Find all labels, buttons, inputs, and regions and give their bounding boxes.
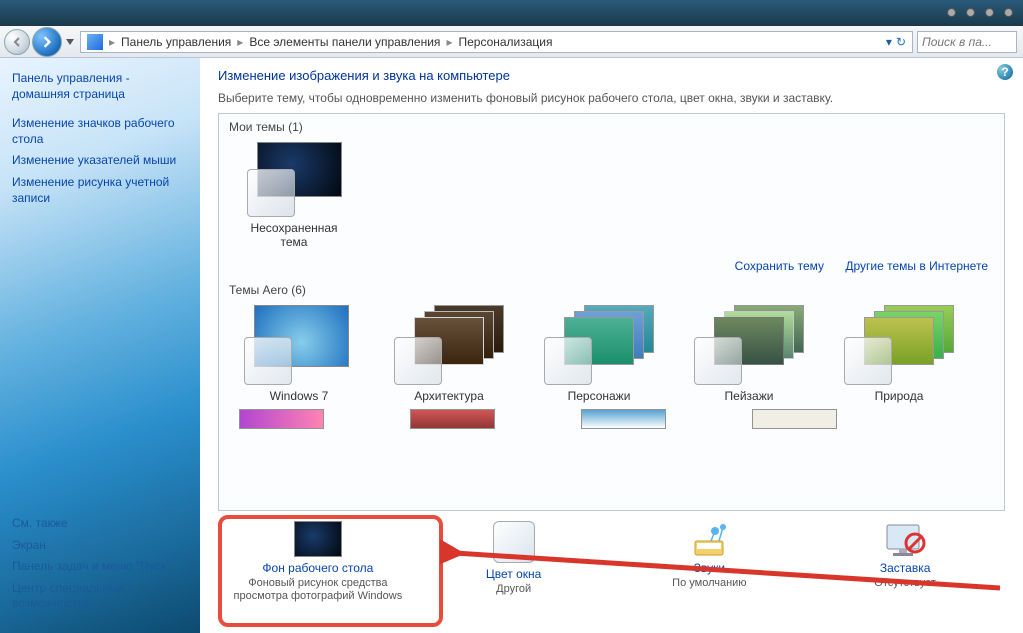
search-input[interactable] bbox=[922, 35, 1012, 49]
back-button[interactable] bbox=[4, 29, 30, 55]
chevron-right-icon[interactable]: ▸ bbox=[235, 35, 245, 49]
theme-name: Windows 7 bbox=[239, 389, 359, 403]
link-title: Фон рабочего стола bbox=[228, 561, 408, 575]
sounds-link[interactable]: Звуки По умолчанию bbox=[619, 521, 799, 590]
history-dropdown[interactable] bbox=[64, 29, 76, 55]
breadcrumb-bar[interactable]: ▸ Панель управления ▸ Все элементы панел… bbox=[80, 31, 913, 53]
sidebar-link-home[interactable]: Панель управления - домашняя страница bbox=[0, 68, 200, 105]
glass-overlay-icon bbox=[694, 337, 742, 385]
chevron-right-icon[interactable]: ▸ bbox=[444, 35, 454, 49]
link-title: Заставка bbox=[815, 561, 995, 575]
help-icon[interactable]: ? bbox=[997, 64, 1013, 80]
page-subtitle: Выберите тему, чтобы одновременно измени… bbox=[218, 91, 1005, 105]
dot-icon bbox=[1004, 8, 1013, 17]
wallpaper-thumb[interactable] bbox=[239, 409, 324, 429]
online-themes-link[interactable]: Другие темы в Интернете bbox=[845, 259, 988, 273]
theme-item-windows7[interactable]: Windows 7 bbox=[239, 305, 359, 403]
wallpaper-thumb[interactable] bbox=[752, 409, 837, 429]
glass-overlay-icon bbox=[244, 337, 292, 385]
theme-item-architecture[interactable]: Архитектура bbox=[389, 305, 509, 403]
navigation-toolbar: ▸ Панель управления ▸ Все элементы панел… bbox=[0, 26, 1023, 58]
sidebar-link-account-pic[interactable]: Изменение рисунка учетной записи bbox=[0, 172, 200, 209]
theme-name: Архитектура bbox=[389, 389, 509, 403]
link-subtitle: По умолчанию bbox=[619, 577, 799, 590]
breadcrumb-item[interactable]: Все элементы панели управления bbox=[245, 35, 444, 49]
sounds-icon bbox=[685, 521, 733, 557]
window-color-icon bbox=[493, 521, 535, 563]
breadcrumb-item[interactable]: Панель управления bbox=[117, 35, 235, 49]
control-panel-icon bbox=[87, 34, 103, 50]
link-subtitle: Другой bbox=[424, 583, 604, 596]
link-subtitle: Отсутствует bbox=[815, 577, 995, 590]
desktop-background-link[interactable]: Фон рабочего стола Фоновый рисунок средс… bbox=[228, 521, 408, 603]
wallpaper-thumb[interactable] bbox=[410, 409, 495, 429]
dot-icon bbox=[985, 8, 994, 17]
link-title: Звуки bbox=[619, 561, 799, 575]
save-theme-link[interactable]: Сохранить тему bbox=[735, 259, 824, 273]
window-controls bbox=[947, 8, 1013, 17]
sidebar-link-icons[interactable]: Изменение значков рабочего стола bbox=[0, 113, 200, 150]
theme-name: Персонажи bbox=[539, 389, 659, 403]
partial-theme-row bbox=[219, 409, 1004, 429]
dot-icon bbox=[966, 8, 975, 17]
sidebar-link-taskbar[interactable]: Панель задач и меню "Пуск" bbox=[0, 556, 200, 578]
refresh-icon[interactable]: ↻ bbox=[896, 35, 906, 49]
theme-name: Несохраненная тема bbox=[239, 221, 349, 249]
breadcrumb-item[interactable]: Персонализация bbox=[454, 35, 556, 49]
aero-themes-label: Темы Aero (6) bbox=[219, 277, 1004, 299]
wallpaper-thumb[interactable] bbox=[581, 409, 666, 429]
sidebar-see-also: См. также bbox=[0, 513, 200, 535]
glass-overlay-icon bbox=[247, 169, 295, 217]
glass-overlay-icon bbox=[394, 337, 442, 385]
search-box[interactable] bbox=[917, 31, 1017, 53]
my-themes-label: Мои темы (1) bbox=[219, 114, 1004, 136]
screensaver-link[interactable]: Заставка Отсутствует bbox=[815, 521, 995, 590]
glass-overlay-icon bbox=[844, 337, 892, 385]
wallpaper-icon bbox=[294, 521, 342, 557]
dropdown-icon[interactable]: ▾ bbox=[886, 35, 892, 49]
window-color-link[interactable]: Цвет окна Другой bbox=[424, 521, 604, 596]
glass-overlay-icon bbox=[544, 337, 592, 385]
page-title: Изменение изображения и звука на компьют… bbox=[218, 68, 1005, 83]
theme-item-characters[interactable]: Персонажи bbox=[539, 305, 659, 403]
themes-panel: Мои темы (1) Несохраненная тема Сохранит… bbox=[218, 113, 1005, 511]
sidebar-link-display[interactable]: Экран bbox=[0, 535, 200, 557]
browser-chrome-strip bbox=[0, 0, 1023, 26]
theme-item-landscapes[interactable]: Пейзажи bbox=[689, 305, 809, 403]
sidebar-link-pointers[interactable]: Изменение указателей мыши bbox=[0, 150, 200, 172]
screensaver-icon bbox=[881, 521, 929, 557]
theme-name: Пейзажи bbox=[689, 389, 809, 403]
theme-item-nature[interactable]: Природа bbox=[839, 305, 959, 403]
link-subtitle: Фоновый рисунок средства просмотра фотог… bbox=[228, 577, 408, 603]
chevron-right-icon[interactable]: ▸ bbox=[107, 35, 117, 49]
theme-item-unsaved[interactable]: Несохраненная тема bbox=[239, 142, 349, 249]
sidebar-link-accessibility[interactable]: Центр специальных возможностей bbox=[0, 578, 200, 615]
dot-icon bbox=[947, 8, 956, 17]
sidebar: Панель управления - домашняя страница Из… bbox=[0, 58, 200, 633]
link-title: Цвет окна bbox=[424, 567, 604, 581]
forward-button[interactable] bbox=[32, 27, 62, 57]
bottom-settings-bar: Фон рабочего стола Фоновый рисунок средс… bbox=[200, 513, 1023, 633]
theme-name: Природа bbox=[839, 389, 959, 403]
